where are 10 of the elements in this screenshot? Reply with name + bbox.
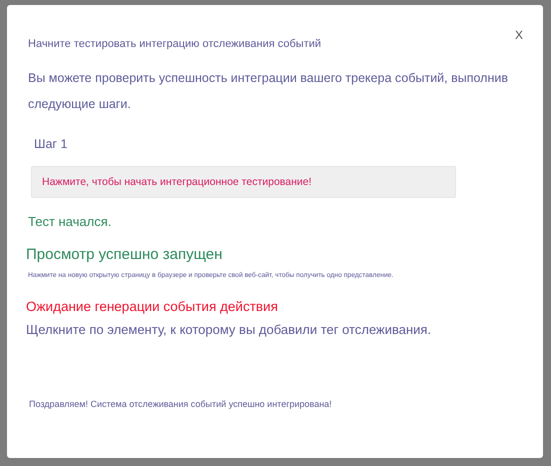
waiting-heading: Ожидание генерации события действия <box>26 299 278 314</box>
intro-text: Вы можете проверить успешность интеграции вашего трекера событий, выполнив следующие шаги. <box>28 70 508 113</box>
waiting-hint: Щелкните по элементу, к которому вы добавили тег отслеживания. <box>26 322 432 337</box>
success-message: Поздравляем! Система отслеживания событий успешно интегрирована! <box>29 399 332 409</box>
dialog-title: Начните тестировать интеграцию отслеживания событий <box>28 38 322 50</box>
test-status: Тест начался. <box>28 214 112 229</box>
start-test-button[interactable]: Нажмите, чтобы начать интеграционное тестирование! <box>31 166 456 198</box>
step-label: Шаг 1 <box>34 137 68 151</box>
view-heading: Просмотр успешно запущен <box>26 246 222 263</box>
close-button[interactable]: X <box>514 28 523 42</box>
